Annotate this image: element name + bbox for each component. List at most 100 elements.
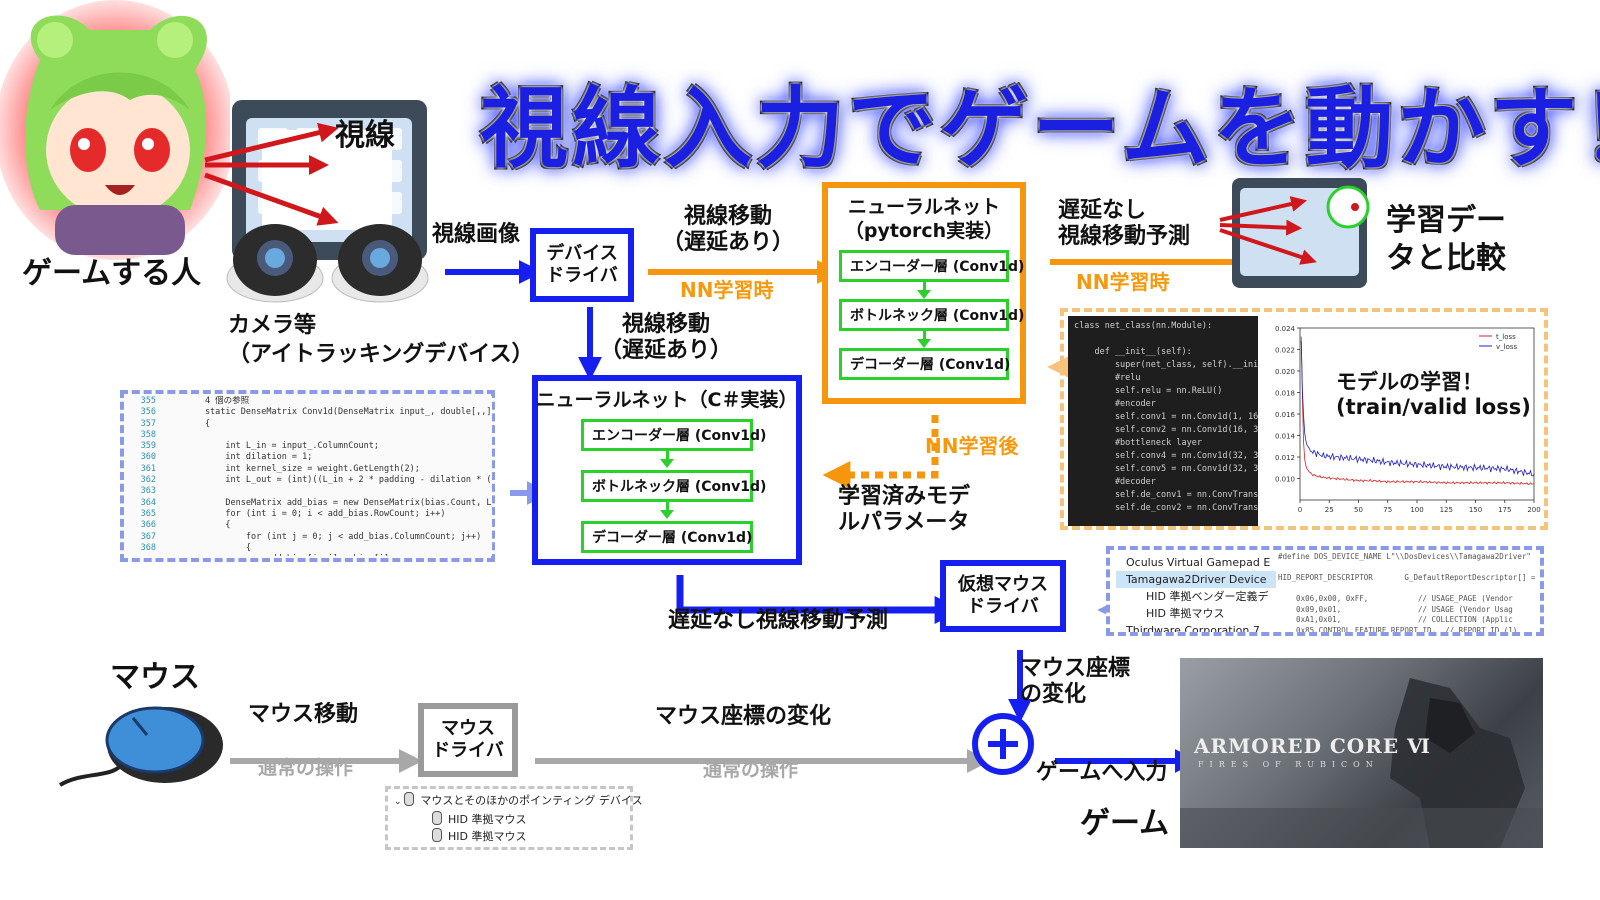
tree-root: ⌄ マウスとそのほかのポインティング デバイス	[394, 792, 643, 807]
code-line-numbers: 355 356 357 358 359 360 361 362 363 364 365 366 367 3…	[126, 396, 160, 556]
character-illustration	[0, 0, 230, 260]
python-code: class net_class(nn.Module): def __init__…	[1068, 316, 1258, 526]
no-delay-pred-top: 遅延なし 視線移動予測	[1058, 198, 1191, 250]
devmgr-item-2: HID 準拠ベンダー定義デ	[1146, 590, 1269, 603]
mouse-icon	[58, 706, 223, 787]
trained-params-label: 学習済みモデ ルパラメータ	[838, 484, 971, 536]
y-tick-label: 0.012	[1275, 454, 1295, 462]
x-tick-label: 175	[1498, 506, 1511, 514]
mouse-coord-change-right: マウス座標 の変化	[1020, 656, 1131, 708]
devmgr-item-1: Tamagawa2Driver Device	[1116, 571, 1276, 588]
device-driver-box: デバイス ドライバ	[530, 228, 634, 302]
loss-chart: 0.010 0.012 0.014 0.016 0.018 0.020 0.022 0.024…	[1262, 316, 1542, 526]
tree-item-0: HID 準拠マウス	[394, 811, 643, 828]
compare-label: 学習デー タと比較	[1386, 203, 1506, 276]
pytorch-encoder-layer: エンコーダー層 (Conv1d)	[839, 249, 1024, 282]
device-driver-label: デバイス ドライバ	[546, 242, 618, 287]
devmgr-item-3: HID 準拠マウス	[1146, 607, 1225, 620]
mouse-device-tree: ⌄ マウスとそのほかのポインティング デバイス HID 準拠マウス HID 準拠…	[385, 786, 643, 850]
pytorch-nn-title: ニューラルネット （pytorch実装）	[844, 196, 1004, 242]
normal-op-label-2: 通常の操作	[703, 759, 799, 781]
y-tick-label: 0.016	[1275, 411, 1296, 419]
csharp-bottleneck-layer: ボトルネック層 (Conv1d)	[581, 469, 766, 502]
gaze-move-delayed-mid: 視線移動 （遅延あり）	[600, 312, 733, 364]
code-line-number: 360	[140, 452, 156, 463]
virtual-mouse-driver-box: 仮想マウス ドライバ	[940, 560, 1066, 632]
tree-item-1: HID 準拠マウス	[394, 828, 643, 845]
mouse-coord-change-label: マウス座標の変化	[655, 704, 832, 729]
mouse-driver-label: マウス ドライバ	[432, 717, 504, 762]
x-tick-label: 25	[1325, 506, 1334, 514]
nn-after-train-label: NN学習後	[925, 434, 1019, 458]
gaze-image-label: 視線画像	[432, 222, 521, 247]
legend-label: t_loss	[1496, 333, 1516, 341]
code-line-number: 358	[140, 429, 156, 440]
loss-caption: モデルの学習！ (train/valid loss)	[1336, 370, 1531, 420]
code-line-number: 359	[140, 441, 156, 452]
csharp-code-panel: 355 356 357 358 359 360 361 362 363 364 365 366 367 3…	[120, 390, 495, 562]
person-label: ゲームする人	[22, 256, 202, 291]
y-tick-label: 0.010	[1275, 476, 1295, 484]
game-logo-subtitle: FIRES OF RUBICON	[1198, 760, 1379, 769]
x-tick-label: 50	[1354, 506, 1363, 514]
compare-rays	[1219, 185, 1370, 265]
game-label: ゲーム	[1080, 806, 1170, 841]
code-line-number: 366	[140, 520, 156, 531]
arrow-csharp-to-virtual	[676, 575, 963, 624]
x-tick-label: 200	[1527, 506, 1540, 514]
y-tick-label: 0.014	[1275, 433, 1296, 441]
pytorch-decoder-layer: デコーダー層 (Conv1d)	[839, 347, 1010, 380]
code-line-number: 355	[140, 396, 156, 406]
x-tick-label: 75	[1383, 506, 1392, 514]
code-line-number: 368	[140, 542, 156, 553]
gaze-move-delayed-top: 視線移動 （遅延あり）	[662, 204, 795, 256]
game-screenshot: ARMORED CORE Ⅵ FIRES OF RUBICON	[1180, 658, 1543, 848]
devmgr-item-4: Thirdware Corporation 7	[1126, 624, 1260, 636]
code-line-number: 364	[140, 497, 156, 508]
code-line-number: 357	[140, 418, 156, 429]
csharp-encoder-layer: エンコーダー層 (Conv1d)	[581, 418, 766, 451]
camera-icon	[226, 224, 429, 303]
device-manager-tree: Oculus Virtual Gamepad E Tamagawa2Driver…	[1116, 554, 1276, 636]
mouse-move-label: マウス移動	[248, 702, 359, 727]
normal-op-label-1: 通常の操作	[258, 757, 354, 779]
csharp-decoder-layer: デコーダー層 (Conv1d)	[581, 520, 753, 553]
mouse-driver-box: マウス ドライバ	[418, 703, 518, 777]
x-tick-label: 125	[1440, 506, 1453, 514]
nn-train-time-label-1: NN学習時	[680, 278, 774, 302]
virtual-mouse-driver-label: 仮想マウス ドライバ	[958, 573, 1048, 618]
csharp-nn-box: ニューラルネット（C＃実装） エンコーダー層 (Conv1d) ボトルネック層 …	[532, 375, 802, 565]
legend-label: v_loss	[1496, 343, 1518, 351]
mouse-label: マウス	[110, 660, 200, 695]
arrow-trained-params	[822, 415, 939, 489]
training-panel: class net_class(nn.Module): def __init__…	[1060, 308, 1548, 530]
y-tick-label: 0.018	[1275, 390, 1295, 398]
devmgr-item-0: Oculus Virtual Gamepad E	[1126, 556, 1271, 569]
x-tick-label: 0	[1298, 506, 1302, 514]
x-tick-label: 100	[1410, 506, 1423, 514]
game-logo-title: ARMORED CORE Ⅵ	[1194, 734, 1432, 758]
nn-train-time-label-2: NN学習時	[1076, 270, 1170, 294]
game-input-label: ゲームへ入力	[1036, 760, 1168, 785]
gaze-rays	[204, 122, 339, 226]
y-tick-label: 0.022	[1275, 347, 1295, 355]
code-line-number: 363	[140, 486, 156, 497]
csharp-nn-title: ニューラルネット（C＃実装）	[536, 389, 798, 411]
pytorch-nn-box: ニューラルネット （pytorch実装） エンコーダー層 (Conv1d) ボト…	[822, 182, 1026, 404]
code-line-number: 367	[140, 531, 156, 542]
no-delay-pred-bottom: 遅延なし視線移動予測	[668, 608, 889, 633]
y-tick-label: 0.020	[1275, 368, 1295, 376]
driver-panel: Oculus Virtual Gamepad E Tamagawa2Driver…	[1106, 546, 1544, 636]
driver-code: #define DOS_DEVICE_NAME L"\\DosDevices\\…	[1278, 552, 1540, 632]
page-title: 視線入力でゲームを動かす！	[480, 77, 1600, 180]
csharp-code: 4 個の参照 static DenseMatrix Conv1d(DenseMa…	[164, 396, 492, 556]
code-line-number: 356	[140, 407, 156, 418]
camera-label: カメラ等 （アイトラッキングデバイス）	[228, 313, 534, 367]
code-line-number: 365	[140, 508, 156, 519]
code-line-number: 361	[140, 463, 156, 474]
code-line-number: 362	[140, 475, 156, 486]
gaze-label: 視線	[335, 118, 395, 153]
x-tick-label: 150	[1469, 506, 1482, 514]
pytorch-bottleneck-layer: ボトルネック層 (Conv1d)	[839, 298, 1024, 331]
combine-plus-icon	[972, 713, 1034, 775]
